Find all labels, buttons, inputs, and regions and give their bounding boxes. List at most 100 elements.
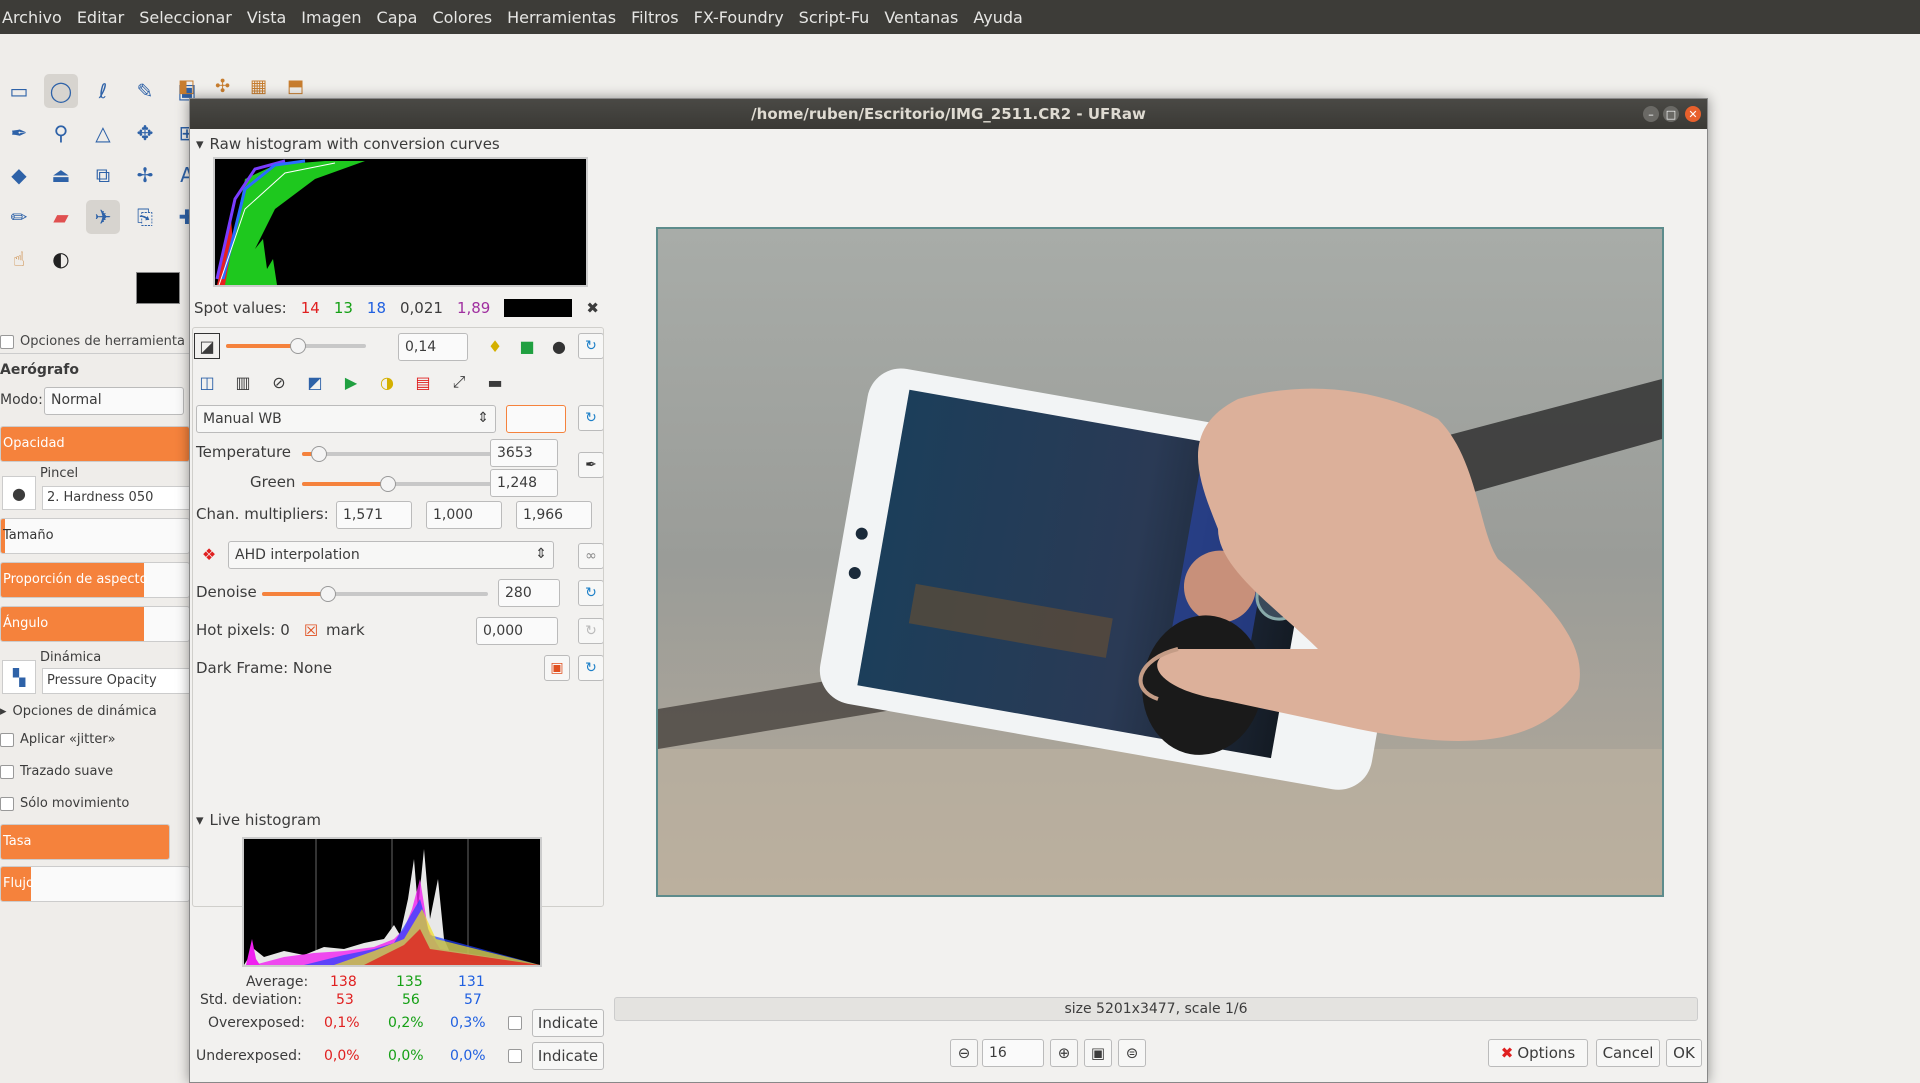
- interpolation-select[interactable]: AHD interpolation ⇕: [228, 541, 554, 569]
- gradient-icon[interactable]: ⬒: [287, 76, 304, 97]
- minimize-icon[interactable]: –: [1643, 106, 1659, 122]
- tab-exif-icon[interactable]: ▬: [482, 369, 508, 395]
- dodge-icon[interactable]: ◐: [44, 242, 78, 276]
- zoom-in-icon[interactable]: ⊕: [1050, 1039, 1078, 1067]
- tab-color-mgmt-icon[interactable]: ▶: [338, 369, 364, 395]
- measure-icon[interactable]: △: [86, 116, 120, 150]
- zoom-fit-icon[interactable]: ▣: [1084, 1039, 1112, 1067]
- dynamics-value[interactable]: Pressure Opacity: [42, 668, 192, 694]
- menu-imagen[interactable]: Imagen: [301, 8, 361, 27]
- exposure-spin[interactable]: 0,14: [398, 333, 468, 361]
- tab-base-curve-icon[interactable]: ◩: [302, 369, 328, 395]
- fuzzy-select-icon[interactable]: ✎: [128, 74, 162, 108]
- foreground-color-swatch[interactable]: [136, 272, 180, 304]
- tab-lightness-icon[interactable]: ▤: [410, 369, 436, 395]
- size-slider[interactable]: Tamaño: [0, 518, 190, 554]
- tab-grayscale-icon[interactable]: ▥: [230, 369, 256, 395]
- reset-denoise-icon[interactable]: ↻: [578, 580, 604, 606]
- wb-fine-tune-spin[interactable]: [506, 405, 566, 433]
- zoom-out-icon[interactable]: ⊖: [950, 1039, 978, 1067]
- zoom-icon[interactable]: ⚲: [44, 116, 78, 150]
- lasso-icon[interactable]: ℓ: [86, 74, 120, 108]
- menu-ayuda[interactable]: Ayuda: [973, 8, 1022, 27]
- opacity-slider[interactable]: Opacidad: [0, 426, 190, 462]
- wb-picker-icon[interactable]: ✒: [578, 452, 604, 478]
- flow-slider[interactable]: Flujo: [0, 866, 190, 902]
- menu-colores[interactable]: Colores: [432, 8, 492, 27]
- dark-frame-open-icon[interactable]: ▣: [544, 655, 570, 681]
- maximize-icon[interactable]: □: [1663, 106, 1679, 122]
- menu-archivo[interactable]: Archivo: [2, 8, 62, 27]
- palette-icon[interactable]: ◧: [178, 76, 195, 97]
- close-icon[interactable]: ✕: [1685, 106, 1701, 122]
- chan-multiplier-g[interactable]: 1,000: [426, 501, 502, 529]
- green-spin[interactable]: 1,248: [490, 469, 558, 497]
- ok-button[interactable]: OK: [1666, 1039, 1702, 1067]
- menu-capa[interactable]: Capa: [377, 8, 418, 27]
- clone-icon[interactable]: ⎘: [128, 200, 162, 234]
- reset-exposure-icon[interactable]: ↻: [578, 333, 604, 359]
- menu-vista[interactable]: Vista: [247, 8, 286, 27]
- reset-wb-icon[interactable]: ↻: [578, 405, 604, 431]
- aspect-slider[interactable]: Proporción de aspecto: [0, 562, 190, 598]
- tab-lens-icon[interactable]: ⊘: [266, 369, 292, 395]
- dynamics-icon[interactable]: ▚: [2, 660, 36, 694]
- cage-icon[interactable]: ✢: [128, 158, 162, 192]
- rate-slider[interactable]: Tasa: [0, 824, 170, 860]
- hot-pixels-mark-checkbox[interactable]: ☒: [298, 617, 324, 643]
- patterns-icon[interactable]: ▦: [250, 76, 267, 97]
- wb-preset-select[interactable]: Manual WB ⇕: [196, 405, 496, 433]
- zoom-spin[interactable]: 16: [982, 1039, 1044, 1067]
- pencil-icon[interactable]: ✏: [2, 200, 36, 234]
- menu-script-fu[interactable]: Script-Fu: [799, 8, 870, 27]
- exposure-slider[interactable]: [290, 338, 306, 354]
- paths-icon[interactable]: ✒: [2, 116, 36, 150]
- indicate-under-button[interactable]: Indicate: [532, 1042, 604, 1070]
- denoise-spin[interactable]: 280: [498, 579, 560, 607]
- smoothing-icon[interactable]: ∞: [578, 543, 604, 569]
- brushes-icon[interactable]: ✣: [215, 76, 230, 97]
- auto-exposure-icon[interactable]: ♦: [482, 333, 508, 359]
- reset-hot-pixels-icon[interactable]: ↻: [578, 618, 604, 644]
- image-preview[interactable]: [656, 227, 1664, 897]
- denoise-slider[interactable]: [320, 586, 336, 602]
- smooth-checkbox[interactable]: Trazado suave: [0, 764, 113, 779]
- indicate-over-checkbox[interactable]: [508, 1016, 522, 1030]
- live-histogram-expander[interactable]: ▾ Live histogram: [196, 811, 321, 829]
- temperature-slider[interactable]: [311, 446, 327, 462]
- brush-preview-icon[interactable]: ●: [2, 476, 36, 510]
- indicate-under-checkbox[interactable]: [508, 1049, 522, 1063]
- rect-select-icon[interactable]: ▭: [2, 74, 36, 108]
- tab-corrections-icon[interactable]: ◑: [374, 369, 400, 395]
- menu-filtros[interactable]: Filtros: [631, 8, 679, 27]
- chan-multiplier-b[interactable]: 1,966: [516, 501, 592, 529]
- motion-only-checkbox[interactable]: Sólo movimiento: [0, 796, 129, 811]
- menu-seleccionar[interactable]: Seleccionar: [139, 8, 232, 27]
- smudge-icon[interactable]: ☝: [2, 242, 36, 276]
- cancel-button[interactable]: Cancel: [1596, 1039, 1660, 1067]
- spot-close-icon[interactable]: ✖: [586, 299, 599, 317]
- jitter-checkbox[interactable]: Aplicar «jitter»: [0, 732, 116, 747]
- menu-herramientas[interactable]: Herramientas: [507, 8, 616, 27]
- airbrush-icon[interactable]: ✈: [86, 200, 120, 234]
- green-slider[interactable]: [380, 476, 396, 492]
- dynamics-options-expander[interactable]: ▸ Opciones de dinámica: [0, 704, 157, 719]
- clip-highlights-icon[interactable]: ●: [546, 333, 572, 359]
- brush-value[interactable]: 2. Hardness 050: [42, 486, 192, 510]
- eraser-icon[interactable]: ▰: [44, 200, 78, 234]
- ellipse-select-icon[interactable]: ◯: [44, 74, 78, 108]
- bucket-icon[interactable]: ◆: [2, 158, 36, 192]
- flip-icon[interactable]: ⧉: [86, 158, 120, 192]
- tab-wb-icon[interactable]: ◫: [194, 369, 220, 395]
- indicate-over-button[interactable]: Indicate: [532, 1009, 604, 1037]
- tab-crop-icon[interactable]: ⤢: [446, 369, 472, 395]
- raw-histogram-expander[interactable]: ▾ Raw histogram with conversion curves: [196, 135, 500, 153]
- options-button[interactable]: ✖ Options: [1488, 1039, 1588, 1067]
- temperature-spin[interactable]: 3653: [490, 439, 558, 467]
- menu-fx-foundry[interactable]: FX-Foundry: [694, 8, 784, 27]
- restore-details-icon[interactable]: ■: [514, 333, 540, 359]
- hot-pixels-spin[interactable]: 0,000: [476, 617, 558, 645]
- move-icon[interactable]: ✥: [128, 116, 162, 150]
- reset-dark-frame-icon[interactable]: ↻: [578, 655, 604, 681]
- mode-select[interactable]: Normal: [44, 387, 184, 415]
